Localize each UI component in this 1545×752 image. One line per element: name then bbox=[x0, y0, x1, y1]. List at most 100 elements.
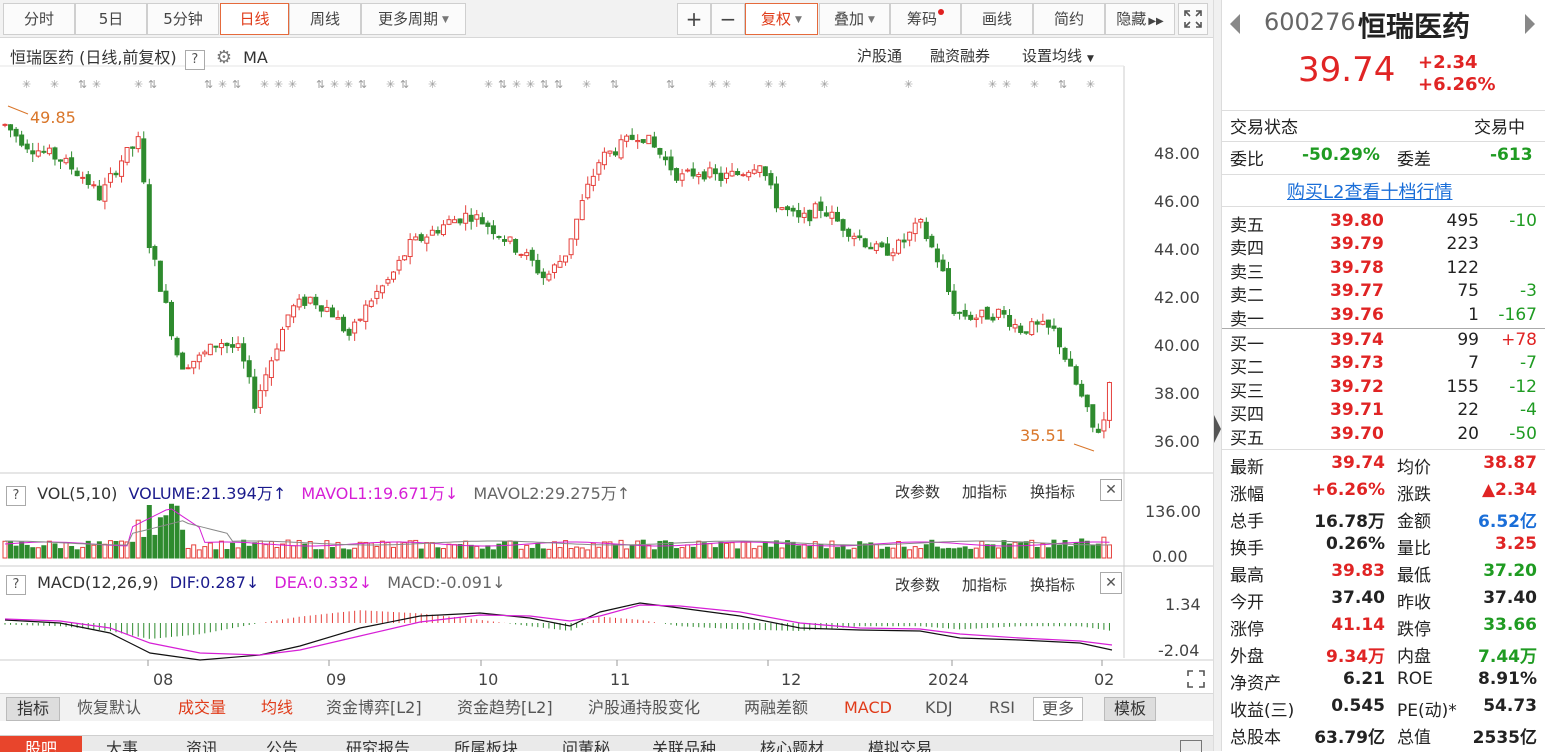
help-button[interactable]: ? bbox=[184, 50, 205, 70]
stat-label: 最新 bbox=[1230, 458, 1264, 478]
period-daily-button[interactable]: 日线 bbox=[220, 3, 289, 35]
candle-body bbox=[929, 235, 935, 248]
overlay-dropdown[interactable]: 叠加 ▼ bbox=[819, 3, 890, 35]
stat-row: 涨停 41.14 跌停 33.66 bbox=[1222, 615, 1545, 642]
tab-sectors[interactable]: 所属板块 bbox=[454, 736, 518, 752]
next-stock-arrow-icon[interactable] bbox=[1525, 14, 1535, 34]
tab-rsi[interactable]: RSI bbox=[989, 697, 1015, 721]
tab-announcements[interactable]: 公告 bbox=[266, 736, 298, 752]
vol-close-button[interactable]: ✕ bbox=[1100, 479, 1122, 501]
ask-row[interactable]: 卖一 39.76 1 -167 bbox=[1222, 304, 1545, 330]
draw-line-button[interactable]: 画线 bbox=[961, 3, 1033, 35]
tab-related[interactable]: 关联品种 bbox=[652, 736, 716, 752]
vol-help-button[interactable]: ? bbox=[6, 486, 26, 506]
x-tick: 08 bbox=[153, 670, 174, 689]
bid-row[interactable]: 买四 39.71 22 -4 bbox=[1222, 400, 1545, 425]
bid-row[interactable]: 买二 39.73 7 -7 bbox=[1222, 353, 1545, 378]
volume-bar bbox=[407, 540, 413, 559]
candle-body bbox=[685, 169, 691, 172]
ask-row[interactable]: 卖四 39.79 223 bbox=[1222, 234, 1545, 259]
volume-bar bbox=[157, 517, 163, 559]
period-5day-button[interactable]: 5日 bbox=[75, 3, 147, 35]
tab-kdj[interactable]: KDJ bbox=[925, 697, 953, 721]
level-label: 卖一 bbox=[1230, 309, 1264, 330]
volume-bar bbox=[374, 545, 380, 559]
gear-icon[interactable]: ⚙ bbox=[216, 47, 232, 68]
event-marker-icon: ✳ bbox=[22, 78, 31, 91]
level-price: 39.77 bbox=[1330, 281, 1384, 302]
tab-sim-trading[interactable]: 模拟交易 bbox=[868, 736, 932, 752]
ask-row[interactable]: 卖五 39.80 495 -10 bbox=[1222, 211, 1545, 236]
tab-ask-secretary[interactable]: 问董秘 bbox=[562, 736, 610, 752]
macd-edit-params-link[interactable]: 改参数 bbox=[895, 574, 940, 595]
volume-bar bbox=[352, 547, 358, 559]
candle-body bbox=[524, 252, 530, 257]
margin-trading-link[interactable]: 融资融券 bbox=[930, 45, 990, 66]
event-marker-icon: ✳ bbox=[134, 78, 143, 91]
tab-moving-average[interactable]: 均线 bbox=[261, 697, 293, 721]
tab-indicators[interactable]: 指标 bbox=[6, 697, 61, 721]
chips-button[interactable]: 筹码 bbox=[890, 3, 961, 35]
tab-restore-default[interactable]: 恢复默认 bbox=[77, 697, 141, 721]
tab-core-themes[interactable]: 核心题材 bbox=[760, 736, 824, 752]
tab-forum[interactable]: 股吧 bbox=[0, 736, 82, 752]
macd-y-tick: 1.34 bbox=[1165, 595, 1201, 614]
volume-bar bbox=[990, 544, 996, 559]
xaxis-settings-button[interactable] bbox=[1185, 668, 1207, 694]
level-price: 39.79 bbox=[1330, 234, 1384, 255]
buy-l2-link[interactable]: 购买L2查看十档行情 bbox=[1287, 178, 1452, 204]
bid-row[interactable]: 买五 39.70 20 -50 bbox=[1222, 424, 1545, 449]
macd-help-button[interactable]: ? bbox=[6, 575, 26, 595]
hide-button[interactable]: 隐藏 ▶▶ bbox=[1105, 3, 1175, 35]
tab-news[interactable]: 资讯 bbox=[186, 736, 218, 752]
tab-more[interactable]: 更多 bbox=[1033, 697, 1084, 721]
y-tick: 48.00 bbox=[1154, 144, 1200, 163]
volume-bar bbox=[1084, 540, 1090, 559]
zoom-in-button[interactable]: + bbox=[677, 3, 711, 35]
vol-switch-indicator-link[interactable]: 换指标 bbox=[1030, 481, 1075, 502]
prev-stock-arrow-icon[interactable] bbox=[1230, 14, 1240, 34]
collapse-arrow-icon[interactable] bbox=[1214, 415, 1221, 443]
macd-close-button[interactable]: ✕ bbox=[1100, 572, 1122, 594]
hk-connect-link[interactable]: 沪股通 bbox=[857, 45, 902, 66]
expand-button[interactable] bbox=[1178, 3, 1208, 35]
panel-divider[interactable] bbox=[1213, 0, 1222, 751]
level-volume: 1 bbox=[1468, 304, 1479, 325]
stat-value: 37.20 bbox=[1483, 561, 1537, 581]
candle-body bbox=[551, 264, 557, 273]
tab-macd[interactable]: MACD bbox=[844, 697, 892, 721]
vol-edit-params-link[interactable]: 改参数 bbox=[895, 481, 940, 502]
macd-switch-indicator-link[interactable]: 换指标 bbox=[1030, 574, 1075, 595]
more-periods-dropdown[interactable]: 更多周期 ▼ bbox=[361, 3, 466, 35]
tab-capital-trend[interactable]: 资金趋势[L2] bbox=[457, 697, 553, 721]
ask-row[interactable]: 卖二 39.77 75 -3 bbox=[1222, 281, 1545, 306]
window-icon[interactable] bbox=[1180, 740, 1202, 752]
bid-row[interactable]: 买一 39.74 99 +78 bbox=[1222, 330, 1545, 355]
tab-volume[interactable]: 成交量 bbox=[178, 697, 226, 721]
zoom-out-button[interactable]: − bbox=[711, 3, 745, 35]
candle-body bbox=[107, 173, 113, 183]
tab-margin-diff[interactable]: 两融差额 bbox=[744, 697, 808, 721]
level-price: 39.73 bbox=[1330, 353, 1384, 374]
chart-area[interactable]: ✳ ✳ ⇅ ✳ ✳ ⇅ ⇅ ✳ ⇅ ✳ ✳ ✳ ⇅ ✳ ✳ ⇅ ✳ ⇅ ✳ ✳ ⇅ ✳ ✳ ⇅ ⇅ ✳ ⇅ ⇅ ✳ ✳ ✳ ✳ ✳ ✳ ✳ ✳ ✳ ⇅ ✳ … bbox=[0, 38, 1213, 693]
bid-row[interactable]: 买三 39.72 155 -12 bbox=[1222, 377, 1545, 402]
volume-bar bbox=[146, 505, 152, 559]
tab-capital-game[interactable]: 资金博弈[L2] bbox=[326, 697, 422, 721]
set-ma-dropdown[interactable]: 设置均线 ▼ bbox=[1022, 45, 1094, 66]
vol-add-indicator-link[interactable]: 加指标 bbox=[962, 481, 1007, 502]
ask-row[interactable]: 卖三 39.78 122 bbox=[1222, 258, 1545, 283]
simple-mode-button[interactable]: 简约 bbox=[1033, 3, 1105, 35]
divider bbox=[1222, 327, 1545, 329]
tab-template[interactable]: 模板 bbox=[1104, 697, 1157, 721]
volume-bar bbox=[169, 503, 174, 559]
tab-events[interactable]: 大事 bbox=[106, 736, 138, 752]
period-weekly-button[interactable]: 周线 bbox=[289, 3, 361, 35]
candle-body bbox=[557, 260, 563, 268]
tab-research[interactable]: 研究报告 bbox=[346, 736, 410, 752]
candle-body bbox=[1007, 315, 1013, 327]
macd-add-indicator-link[interactable]: 加指标 bbox=[962, 574, 1007, 595]
adjust-dropdown[interactable]: 复权 ▼ bbox=[745, 3, 818, 35]
period-minute-button[interactable]: 分时 bbox=[3, 3, 75, 35]
tab-hk-holdings[interactable]: 沪股通持股变化 bbox=[588, 697, 700, 721]
period-5min-button[interactable]: 5分钟 bbox=[147, 3, 219, 35]
